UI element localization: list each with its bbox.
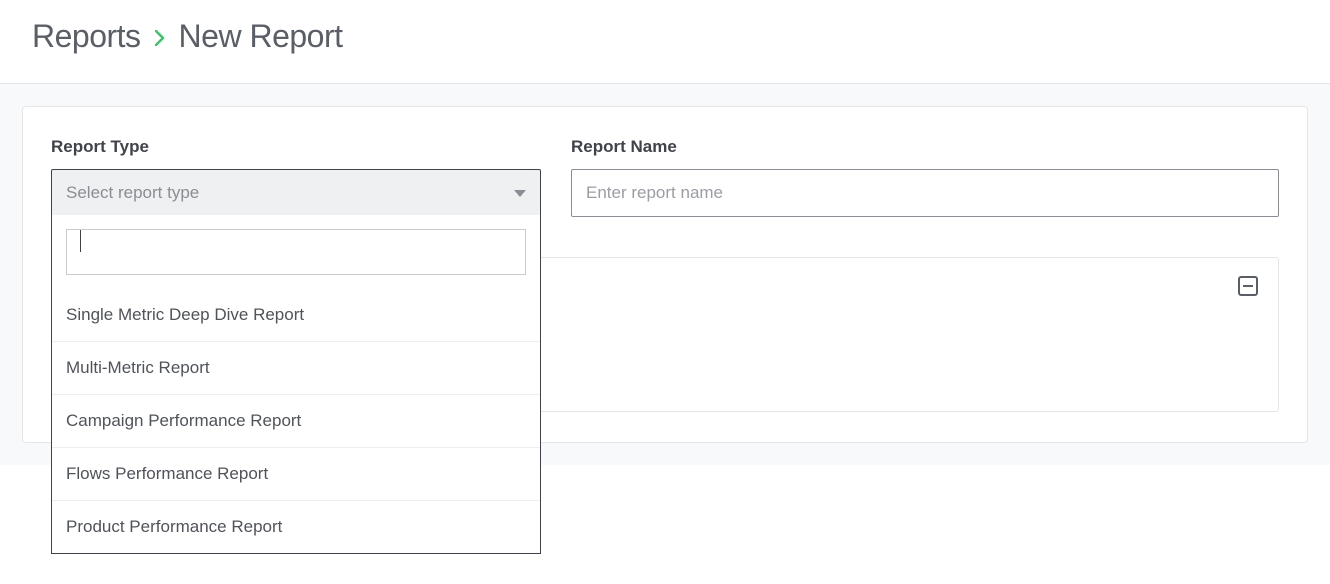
breadcrumb: Reports New Report	[0, 0, 1330, 84]
breadcrumb-root[interactable]: Reports	[32, 18, 141, 55]
caret-down-icon	[514, 190, 526, 197]
report-name-input[interactable]	[571, 169, 1279, 217]
breadcrumb-current: New Report	[179, 18, 343, 55]
option-campaign-performance[interactable]: Campaign Performance Report	[52, 394, 540, 447]
option-single-metric[interactable]: Single Metric Deep Dive Report	[52, 289, 540, 341]
option-flows-performance[interactable]: Flows Performance Report	[52, 447, 540, 500]
form-row: Report Type Select report type Single Me…	[51, 137, 1279, 217]
report-type-placeholder: Select report type	[66, 183, 199, 203]
report-type-dropdown: Single Metric Deep Dive Report Multi-Met…	[51, 215, 541, 554]
option-multi-metric[interactable]: Multi-Metric Report	[52, 341, 540, 394]
chevron-right-icon	[155, 27, 165, 51]
dropdown-search-input[interactable]	[66, 229, 526, 275]
dropdown-options-list: Single Metric Deep Dive Report Multi-Met…	[52, 289, 540, 553]
report-name-label: Report Name	[571, 137, 1279, 157]
report-type-field: Report Type Select report type Single Me…	[51, 137, 541, 217]
report-name-field: Report Name	[571, 137, 1279, 217]
collapse-toggle[interactable]	[1238, 276, 1258, 296]
minus-icon	[1243, 285, 1253, 287]
option-product-performance[interactable]: Product Performance Report	[52, 500, 540, 553]
report-type-select[interactable]: Select report type	[51, 169, 541, 217]
text-cursor-icon	[80, 230, 81, 252]
dropdown-search-wrap	[52, 215, 540, 289]
page-canvas: Report Type Select report type Single Me…	[0, 84, 1330, 465]
report-type-label: Report Type	[51, 137, 541, 157]
report-form-card: Report Type Select report type Single Me…	[22, 106, 1308, 443]
